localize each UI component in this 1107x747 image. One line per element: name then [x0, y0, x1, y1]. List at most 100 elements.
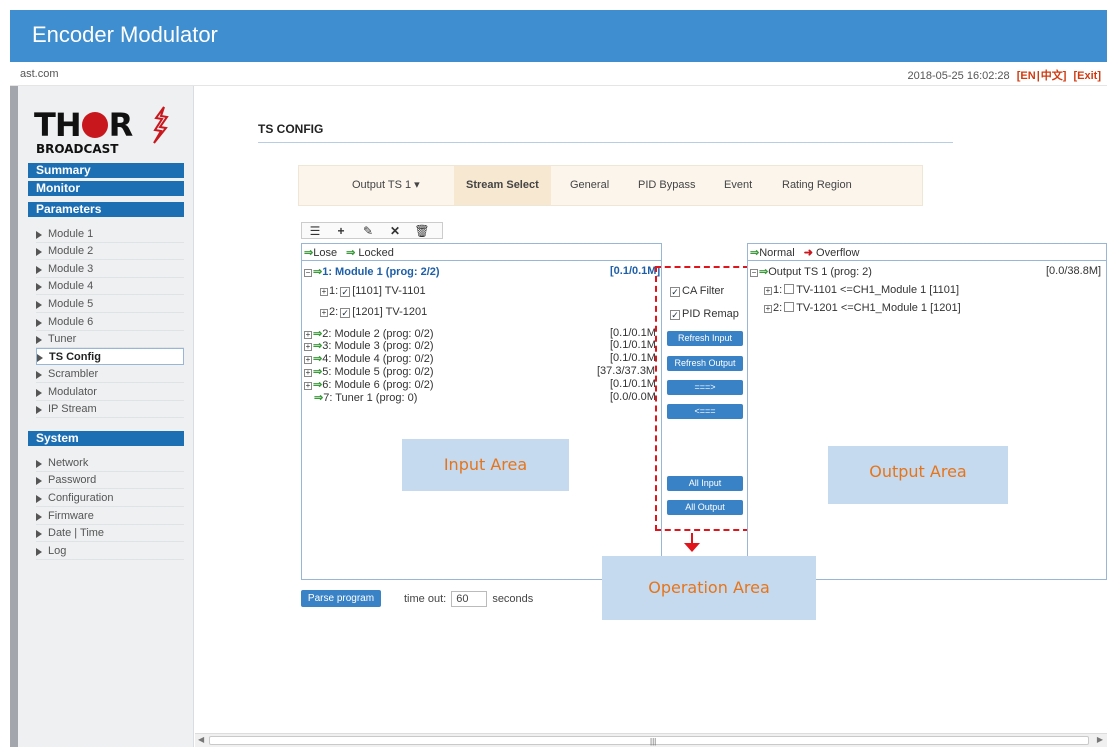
down-arrow-head-icon [684, 543, 700, 552]
nav-item-module-6[interactable]: Module 6 [36, 314, 184, 331]
parse-program-button[interactable]: Parse program [301, 590, 381, 607]
tab-event[interactable]: Event [712, 166, 764, 205]
overflow-arrow-icon: ➜ [803, 247, 813, 259]
nav-item-ip-stream[interactable]: IP Stream [36, 401, 184, 418]
output-program-row[interactable]: +1: TV-1101 <=CH1_Module 1 [1101] [764, 284, 959, 296]
input-program-row[interactable]: +2: ✓ [1201] TV-1201 [320, 306, 427, 318]
operation-area-label: Operation Area [602, 556, 816, 620]
tab-stream-select[interactable]: Stream Select [454, 166, 551, 205]
lose-arrow-icon: ⇒ [304, 247, 314, 259]
expand-icon[interactable]: + [764, 305, 772, 313]
move-left-button[interactable]: <=== [667, 404, 743, 419]
program-checkbox[interactable]: ✓ [340, 287, 351, 297]
tab-output-ts-dropdown[interactable]: Output TS 1 ▾ [340, 166, 432, 205]
grip-icon: ||| [650, 737, 657, 746]
expand-icon[interactable]: + [764, 287, 772, 295]
nav-item-network[interactable]: Network [36, 455, 184, 472]
nav-item-modulator[interactable]: Modulator [36, 384, 184, 401]
host-label: ast.com [20, 68, 59, 80]
nav-parameters[interactable]: Parameters [28, 202, 184, 217]
output-legend: ⇒Normal ➜ Overflow [750, 247, 860, 259]
left-edge-bar [10, 86, 18, 747]
input-panel: ⇒Lose ⇒ Locked − ⇒1: Module 1 (prog: 2/2)… [301, 243, 662, 580]
nav-item-module-2[interactable]: Module 2 [36, 243, 184, 260]
trash-icon[interactable]: 🗑 [413, 224, 431, 238]
status-right: 2018-05-25 16:02:28 [EN|中文] [Exit] [908, 67, 1101, 83]
nav-item-module-1[interactable]: Module 1 [36, 226, 184, 243]
tab-rating-region[interactable]: Rating Region [770, 166, 864, 205]
timeout-setting: time out: 60 seconds [404, 591, 533, 607]
nav-item-module-3[interactable]: Module 3 [36, 261, 184, 278]
input-module-6-row[interactable]: + ⇒6: Module 6 (prog: 0/2) [0.1/0.1M [304, 378, 660, 391]
move-right-button[interactable]: ===> [667, 380, 743, 395]
scroll-right-icon[interactable]: ▶ [1097, 735, 1103, 744]
nav-item-password[interactable]: Password [36, 472, 184, 489]
nav-item-firmware[interactable]: Firmware [36, 508, 184, 525]
nav-summary[interactable]: Summary [28, 163, 184, 178]
tab-pid-bypass[interactable]: PID Bypass [626, 166, 707, 205]
main-content: TS CONFIG Output TS 1 ▾ Stream Select Ge… [195, 86, 1107, 747]
expand-icon[interactable]: + [304, 331, 312, 339]
refresh-input-button[interactable]: Refresh Input [667, 331, 743, 346]
input-module-4-row[interactable]: + ⇒4: Module 4 (prog: 0/2) [0.1/0.1M [304, 352, 660, 365]
edit-icon[interactable]: ✎ [359, 224, 377, 238]
app-title: Encoder Modulator [32, 22, 218, 47]
expand-icon[interactable]: + [320, 309, 328, 317]
scrollbar-thumb[interactable]: ||| [209, 736, 1089, 746]
lang-separator: | [1036, 70, 1040, 82]
ca-filter-checkbox[interactable]: ✓ CA Filter [668, 285, 724, 297]
nav-item-configuration[interactable]: Configuration [36, 490, 184, 507]
input-module-3-row[interactable]: + ⇒3: Module 3 (prog: 0/2) [0.1/0.1M [304, 339, 660, 352]
nav-item-scrambler[interactable]: Scrambler [36, 366, 184, 383]
timeout-label: time out: [404, 592, 447, 605]
nav-item-log[interactable]: Log [36, 543, 184, 560]
expand-icon[interactable]: + [304, 382, 312, 390]
scroll-left-icon[interactable]: ◀ [198, 735, 204, 744]
expand-icon[interactable]: + [320, 288, 328, 296]
delete-icon[interactable]: ✕ [386, 224, 404, 238]
nav-item-tuner[interactable]: Tuner [36, 331, 184, 348]
tab-bar: Output TS 1 ▾ Stream Select General PID … [298, 165, 923, 206]
input-area-label: Input Area [402, 439, 569, 491]
all-output-button[interactable]: All Output [667, 500, 743, 515]
program-checkbox[interactable]: ✓ [340, 308, 351, 318]
nav-item-module-4[interactable]: Module 4 [36, 278, 184, 295]
collapse-icon[interactable]: − [304, 269, 312, 277]
nav-item-module-5[interactable]: Module 5 [36, 296, 184, 313]
nav-item-date-time[interactable]: Date | Time [36, 525, 184, 542]
list-icon[interactable]: ☰ [306, 224, 324, 238]
output-area-label: Output Area [828, 446, 1008, 504]
input-program-row[interactable]: +1: ✓ [1101] TV-1101 [320, 285, 426, 297]
input-module-5-row[interactable]: + ⇒5: Module 5 (prog: 0/2) [37.3/37.3M [304, 365, 660, 378]
collapse-icon[interactable]: − [750, 269, 758, 277]
exit-link[interactable]: [Exit] [1074, 70, 1102, 82]
locked-arrow-icon: ⇒ [346, 247, 356, 259]
expand-icon[interactable]: + [304, 356, 312, 364]
program-checkbox[interactable] [784, 302, 795, 312]
output-program-row[interactable]: +2: TV-1201 <=CH1_Module 1 [1201] [764, 302, 961, 314]
tree-toolbar: ☰ + ✎ ✕ 🗑 [301, 222, 443, 239]
app-header: Encoder Modulator [10, 10, 1107, 62]
nav-system[interactable]: System [28, 431, 184, 446]
pid-remap-checkbox[interactable]: ✓ PID Remap [668, 308, 739, 320]
add-icon[interactable]: + [332, 224, 350, 238]
nav-item-ts-config[interactable]: TS Config [36, 348, 184, 365]
output-ts-row[interactable]: − ⇒Output TS 1 (prog: 2) [0.0/38.8M] [750, 265, 1106, 278]
input-legend: ⇒Lose ⇒ Locked [304, 247, 394, 259]
refresh-output-button[interactable]: Refresh Output [667, 356, 743, 371]
tab-general[interactable]: General [558, 166, 621, 205]
all-input-button[interactable]: All Input [667, 476, 743, 491]
lang-zh-link[interactable]: 中文] [1041, 70, 1067, 82]
sidebar: TH R BROADCAST Summary Monitor Parameters… [18, 86, 194, 747]
program-checkbox[interactable] [784, 284, 795, 294]
input-tuner-row[interactable]: ⇒7: Tuner 1 (prog: 0) [0.0/0.0M [314, 391, 660, 404]
expand-icon[interactable]: + [304, 369, 312, 377]
app-window: Encoder Modulator ast.com 2018-05-25 16:… [0, 0, 1107, 747]
nav-monitor[interactable]: Monitor [28, 181, 184, 196]
datetime: 2018-05-25 16:02:28 [907, 70, 1010, 82]
input-module-1-row[interactable]: − ⇒1: Module 1 (prog: 2/2) [0.1/0.1M] [304, 265, 660, 278]
expand-icon[interactable]: + [304, 343, 312, 351]
lang-en-link[interactable]: [EN [1017, 70, 1036, 82]
timeout-input[interactable]: 60 [451, 591, 488, 607]
horizontal-scrollbar[interactable]: ◀ ||| ▶ [195, 733, 1107, 747]
